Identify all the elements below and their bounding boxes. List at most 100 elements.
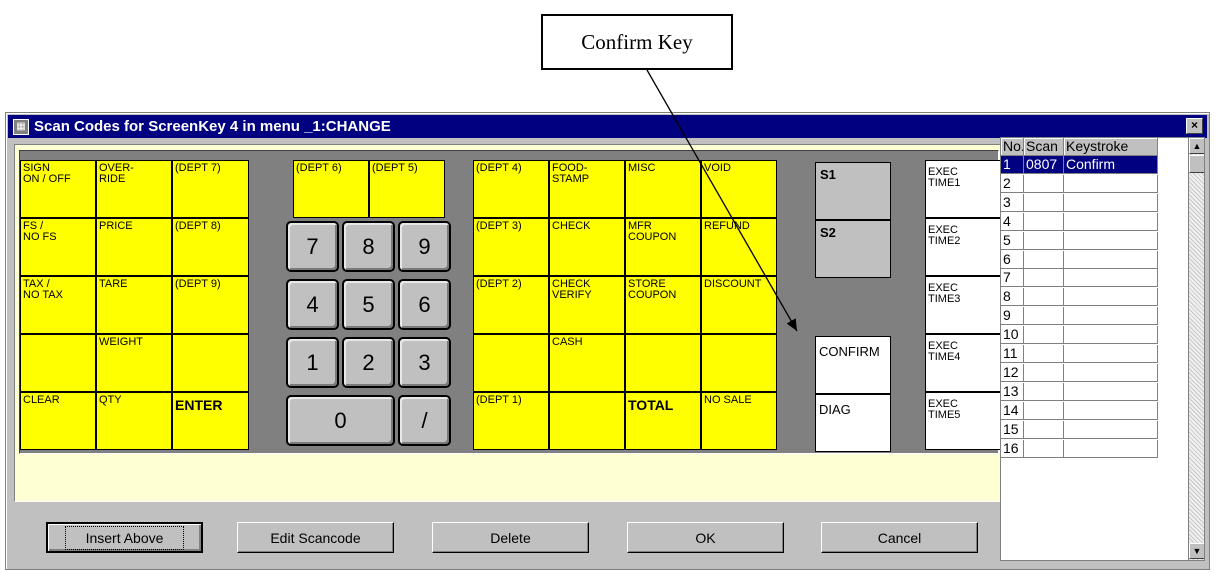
table-row[interactable]: 3: [1001, 193, 1189, 212]
ok-button[interactable]: OK: [627, 522, 784, 553]
key-check[interactable]: CHECK: [549, 218, 625, 276]
key-tax-no-tax[interactable]: TAX / NO TAX: [20, 276, 96, 334]
key-tare[interactable]: TARE: [96, 276, 172, 334]
key-mfr-coupon[interactable]: MFR COUPON: [625, 218, 701, 276]
key-fs-no-fs[interactable]: FS / NO FS: [20, 218, 96, 276]
numpad-6[interactable]: 6: [398, 279, 451, 330]
key-dept-4[interactable]: (DEPT 4): [473, 160, 549, 218]
edit-scancode-button[interactable]: Edit Scancode: [237, 522, 394, 553]
key-discount[interactable]: DISCOUNT: [701, 276, 777, 334]
row-scan: [1024, 420, 1064, 439]
row-number: 1: [1001, 156, 1024, 174]
key-dept-7[interactable]: (DEPT 7): [172, 160, 249, 218]
key-exec-time-1[interactable]: EXEC TIME1: [925, 160, 1001, 218]
row-keystroke: [1064, 193, 1158, 212]
row-keystroke: [1064, 250, 1158, 269]
key-misc[interactable]: MISC: [625, 160, 701, 218]
key-no-sale[interactable]: NO SALE: [701, 392, 777, 450]
key-blank-left-2[interactable]: [172, 334, 249, 392]
key-override[interactable]: OVER- RIDE: [96, 160, 172, 218]
header-scan[interactable]: Scan: [1024, 138, 1064, 156]
close-icon[interactable]: ×: [1186, 118, 1203, 134]
insert-above-button[interactable]: Insert Above: [46, 522, 203, 553]
table-row[interactable]: 5: [1001, 231, 1189, 250]
numpad-9[interactable]: 9: [398, 221, 451, 272]
key-weight[interactable]: WEIGHT: [96, 334, 172, 392]
row-number: 15: [1001, 420, 1024, 439]
numpad-4[interactable]: 4: [286, 279, 339, 330]
scancode-table[interactable]: No. Scan Keystroke 1 0807 Confirm 2 3 4 5 6 7 8 9 1…: [1000, 137, 1205, 561]
key-enter[interactable]: ENTER: [172, 392, 249, 450]
table-row[interactable]: 12: [1001, 363, 1189, 382]
key-exec-time-2[interactable]: EXEC TIME2: [925, 218, 1001, 276]
table-row[interactable]: 6: [1001, 250, 1189, 269]
table-row[interactable]: 4: [1001, 212, 1189, 231]
delete-button[interactable]: Delete: [432, 522, 589, 553]
key-store-coupon[interactable]: STORE COUPON: [625, 276, 701, 334]
table-row[interactable]: 2: [1001, 174, 1189, 193]
numpad-2[interactable]: 2: [342, 337, 395, 388]
key-exec-time-5[interactable]: EXEC TIME5: [925, 392, 1001, 450]
key-s2[interactable]: S2: [815, 220, 891, 278]
title-bar: ▦ Scan Codes for ScreenKey 4 in menu _1:…: [8, 115, 1207, 138]
row-keystroke: [1064, 382, 1158, 401]
header-keystroke[interactable]: Keystroke: [1064, 138, 1158, 156]
screenshot-root: Confirm Key ▦ Scan Codes for ScreenKey 4…: [0, 0, 1215, 573]
key-price[interactable]: PRICE: [96, 218, 172, 276]
scroll-up-icon[interactable]: ▲: [1189, 138, 1204, 154]
cancel-button[interactable]: Cancel: [821, 522, 978, 553]
numpad-0[interactable]: 0: [286, 395, 395, 446]
key-clear[interactable]: CLEAR: [20, 392, 96, 450]
scroll-down-icon[interactable]: ▼: [1189, 543, 1204, 559]
key-s1[interactable]: S1: [815, 162, 891, 220]
key-food-stamp[interactable]: FOOD- STAMP: [549, 160, 625, 218]
key-check-verify[interactable]: CHECK VERIFY: [549, 276, 625, 334]
key-blank-right[interactable]: [473, 334, 549, 392]
key-dept-5[interactable]: (DEPT 5): [369, 160, 445, 218]
key-dept-6[interactable]: (DEPT 6): [293, 160, 369, 218]
table-row[interactable]: 16: [1001, 439, 1189, 458]
key-dept-9[interactable]: (DEPT 9): [172, 276, 249, 334]
numpad-3[interactable]: 3: [398, 337, 451, 388]
numpad-8[interactable]: 8: [342, 221, 395, 272]
table-row[interactable]: 8: [1001, 288, 1189, 307]
key-dept-1[interactable]: (DEPT 1): [473, 392, 549, 450]
numpad-7[interactable]: 7: [286, 221, 339, 272]
key-cash[interactable]: CASH: [549, 334, 625, 392]
row-number: 13: [1001, 382, 1024, 401]
key-confirm[interactable]: CONFIRM: [815, 336, 891, 394]
row-scan: [1024, 174, 1064, 193]
grid-app-icon: ▦: [13, 118, 29, 135]
table-row[interactable]: 14: [1001, 401, 1189, 420]
key-exec-time-4[interactable]: EXEC TIME4: [925, 334, 1001, 392]
key-exec-time-3[interactable]: EXEC TIME3: [925, 276, 1001, 334]
table-scrollbar[interactable]: ▲ ▼: [1188, 138, 1204, 560]
table-row[interactable]: 9: [1001, 307, 1189, 326]
key-blank-right-3[interactable]: [701, 334, 777, 392]
key-refund[interactable]: REFUND: [701, 218, 777, 276]
screenkey-layout: SIGN ON / OFF OVER- RIDE (DEPT 7) FS / N…: [19, 150, 1001, 454]
table-row[interactable]: 1 0807 Confirm: [1001, 156, 1189, 174]
key-void[interactable]: VOID: [701, 160, 777, 218]
numpad-1[interactable]: 1: [286, 337, 339, 388]
key-dept-3[interactable]: (DEPT 3): [473, 218, 549, 276]
row-number: 16: [1001, 439, 1024, 458]
table-row[interactable]: 15: [1001, 420, 1189, 439]
numpad-5[interactable]: 5: [342, 279, 395, 330]
key-dept-2[interactable]: (DEPT 2): [473, 276, 549, 334]
key-blank-left[interactable]: [20, 334, 96, 392]
table-row[interactable]: 10: [1001, 326, 1189, 345]
key-total[interactable]: TOTAL: [625, 392, 701, 450]
key-diag[interactable]: DIAG: [815, 394, 891, 452]
key-dept-8[interactable]: (DEPT 8): [172, 218, 249, 276]
table-row[interactable]: 13: [1001, 382, 1189, 401]
numpad-slash[interactable]: /: [398, 395, 451, 446]
key-blank-right-2[interactable]: [625, 334, 701, 392]
table-row[interactable]: 7: [1001, 269, 1189, 288]
header-no[interactable]: No.: [1001, 138, 1024, 156]
scroll-thumb[interactable]: [1189, 155, 1204, 173]
table-row[interactable]: 11: [1001, 345, 1189, 363]
key-qty[interactable]: QTY: [96, 392, 172, 450]
key-blank-right-4[interactable]: [549, 392, 625, 450]
key-sign-on-off[interactable]: SIGN ON / OFF: [20, 160, 96, 218]
